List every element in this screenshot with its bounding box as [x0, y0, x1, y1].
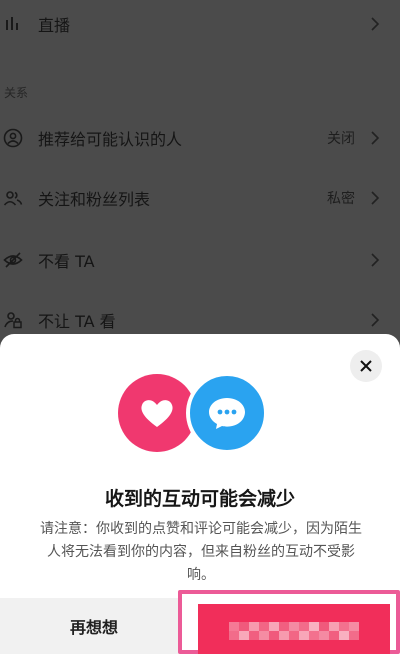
settings-item-live[interactable]: 直播	[0, 0, 400, 54]
chat-bubble-icon	[209, 398, 245, 429]
user-circle-icon	[2, 127, 24, 149]
confirm-highlight-box	[178, 590, 400, 654]
settings-item-label: 推荐给可能认识的人	[38, 130, 183, 149]
chevron-right-icon	[371, 253, 380, 267]
settings-item-label: 关注和粉丝列表	[38, 190, 151, 209]
heart-icon	[141, 400, 173, 427]
settings-item-label: 不让 TA 看	[38, 312, 116, 331]
chevron-right-icon	[371, 191, 380, 205]
chevron-right-icon	[371, 17, 380, 31]
settings-item-hide[interactable]: 不看 TA	[0, 230, 400, 290]
dialog-body: 请注意：你收到的点赞和评论可能会减少，因为陌生 人将无法看到你的内容，但来自粉丝…	[6, 518, 396, 587]
chevron-right-icon	[371, 313, 380, 327]
settings-item-value: 关闭	[327, 131, 355, 147]
chat-bubble	[186, 372, 268, 454]
bar-chart-icon	[2, 13, 24, 35]
chevron-right-icon	[371, 131, 380, 145]
settings-item-recommend[interactable]: 推荐给可能认识的人 关闭	[0, 108, 400, 168]
eye-off-icon	[2, 249, 24, 271]
users-icon	[2, 187, 24, 209]
confirm-button[interactable]	[198, 604, 390, 654]
section-title-relations: 关系	[4, 86, 29, 100]
dialog-illustration	[0, 368, 400, 454]
settings-item-follow-list[interactable]: 关注和粉丝列表 私密	[0, 168, 400, 228]
blurred-label	[229, 622, 359, 640]
settings-item-value: 私密	[327, 191, 355, 207]
dialog-body-line: 人将无法看到你的内容，但来自粉丝的互动不受影	[47, 544, 355, 560]
confirm-dialog-sheet: 收到的互动可能会减少 请注意：你收到的点赞和评论可能会减少，因为陌生 人将无法看…	[0, 334, 400, 654]
rethink-button[interactable]: 再想想	[0, 598, 188, 654]
dialog-body-line: 请注意：你收到的点赞和评论可能会减少，因为陌生	[40, 521, 362, 537]
user-lock-icon	[2, 309, 24, 331]
settings-item-label: 不看 TA	[38, 252, 95, 271]
dialog-title: 收到的互动可能会减少	[104, 488, 295, 510]
heart-bubble	[118, 374, 196, 452]
settings-item-label: 直播	[38, 16, 71, 35]
dialog-body-line: 响。	[187, 567, 215, 583]
